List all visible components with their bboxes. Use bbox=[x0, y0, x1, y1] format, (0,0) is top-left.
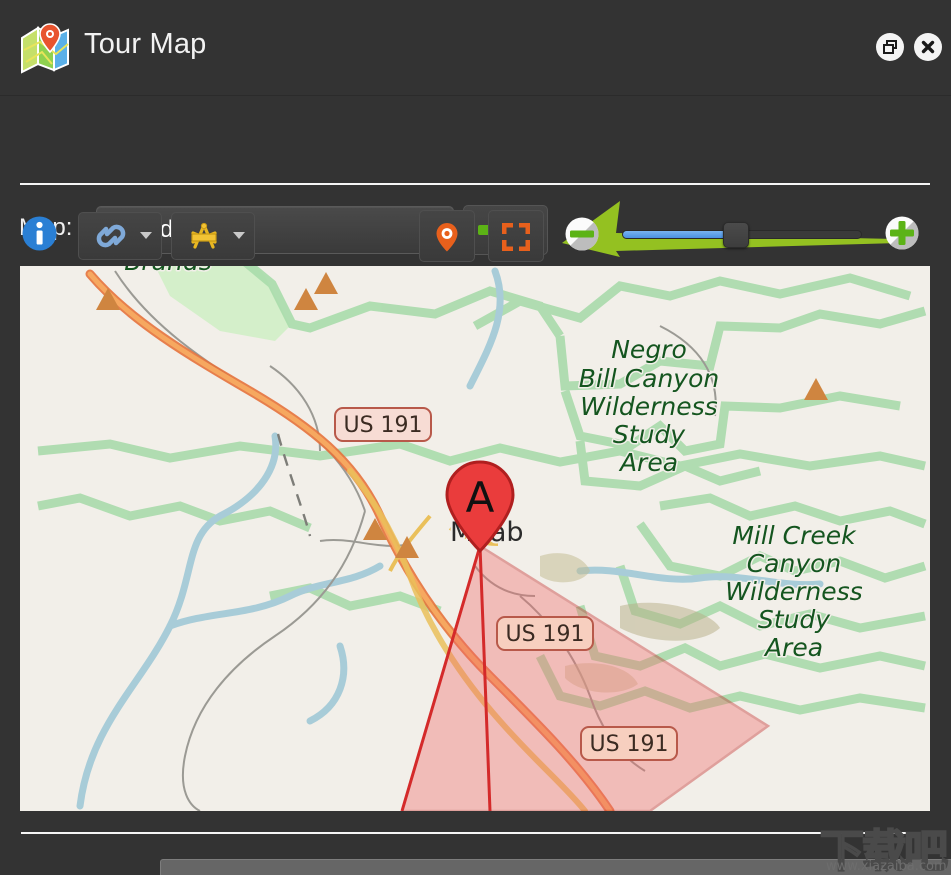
close-window-button[interactable] bbox=[914, 33, 942, 61]
road-shield-1: US 191 bbox=[334, 407, 432, 442]
map-selection-row: Map: World Map bbox=[0, 95, 951, 257]
svg-text:Study: Study bbox=[758, 605, 831, 634]
zoom-out-icon bbox=[565, 217, 599, 251]
svg-text:Canyon: Canyon bbox=[747, 549, 842, 578]
window-title: Tour Map bbox=[84, 28, 207, 60]
title-bar: Tour Map bbox=[0, 0, 951, 96]
map-marker-icon bbox=[436, 223, 458, 252]
measure-tool-button[interactable] bbox=[171, 212, 255, 260]
chevron-down-icon bbox=[233, 232, 245, 239]
svg-text:US 191: US 191 bbox=[589, 732, 668, 757]
svg-text:US 191: US 191 bbox=[505, 622, 584, 647]
restore-icon bbox=[883, 40, 897, 54]
fit-to-screen-button[interactable] bbox=[488, 210, 544, 262]
bottom-panel[interactable] bbox=[160, 859, 951, 875]
chain-link-icon bbox=[96, 224, 126, 248]
info-icon bbox=[22, 216, 57, 251]
link-tool-button[interactable] bbox=[78, 212, 162, 260]
svg-text:Study: Study bbox=[613, 420, 686, 449]
svg-text:Negro: Negro bbox=[611, 335, 687, 364]
map-label-clipped: Brands bbox=[124, 266, 212, 276]
tour-map-window: Tour Map Map: World Map bbox=[0, 0, 951, 875]
zoom-in-icon bbox=[885, 216, 919, 250]
svg-text:US 191: US 191 bbox=[343, 413, 422, 438]
add-placemark-button[interactable] bbox=[419, 210, 475, 262]
zoom-slider[interactable] bbox=[622, 222, 862, 248]
map-rendering: Brands Negro Bill Canyon Wilderness Stud… bbox=[20, 266, 930, 811]
svg-text:Area: Area bbox=[618, 448, 678, 477]
road-shield-3: US 191 bbox=[580, 726, 678, 761]
marker-letter: A bbox=[466, 473, 495, 522]
bottom-divider bbox=[21, 832, 909, 834]
svg-text:Wilderness: Wilderness bbox=[725, 577, 862, 606]
zoom-slider-fill bbox=[623, 231, 736, 238]
road-shield-2: US 191 bbox=[496, 616, 594, 651]
close-icon bbox=[921, 40, 935, 54]
app-logo-icon bbox=[16, 20, 72, 76]
restore-window-button[interactable] bbox=[876, 33, 904, 61]
top-divider bbox=[20, 183, 930, 185]
map-canvas[interactable]: Brands Negro Bill Canyon Wilderness Stud… bbox=[20, 266, 930, 811]
info-button[interactable] bbox=[21, 215, 58, 252]
zoom-slider-handle[interactable] bbox=[723, 222, 749, 248]
zoom-out-button[interactable] bbox=[564, 216, 600, 252]
chevron-down-icon bbox=[140, 232, 152, 239]
svg-text:Wilderness: Wilderness bbox=[580, 392, 717, 421]
fit-to-screen-icon bbox=[502, 223, 530, 251]
svg-text:Area: Area bbox=[763, 633, 823, 662]
compass-ruler-icon bbox=[191, 222, 217, 249]
svg-text:Bill Canyon: Bill Canyon bbox=[579, 364, 720, 393]
svg-text:Mill Creek: Mill Creek bbox=[732, 521, 857, 550]
zoom-in-button[interactable] bbox=[884, 215, 920, 251]
